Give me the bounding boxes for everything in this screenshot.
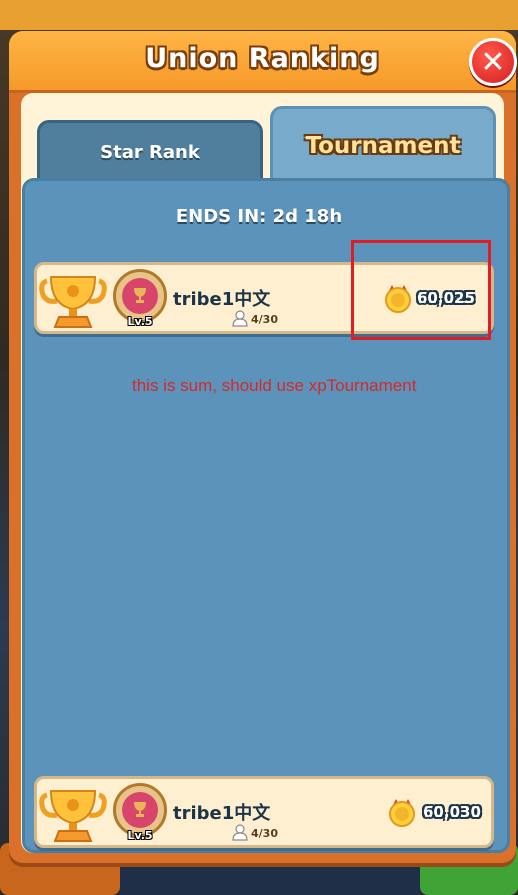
tournament-score: 60,030	[423, 803, 481, 821]
member-icon	[232, 824, 248, 841]
trophy-icon	[39, 276, 107, 328]
member-count: 4/30	[251, 827, 278, 840]
trophy-icon	[39, 790, 107, 842]
union-name: tribe1中文	[173, 289, 271, 310]
tab-star-rank[interactable]: Star Rank	[37, 120, 263, 182]
sun-medal-icon	[389, 799, 415, 827]
background-top-bar	[0, 0, 518, 30]
tab-star-rank-label: Star Rank	[100, 142, 200, 163]
union-level: Lv.5	[127, 829, 153, 842]
tab-tournament-label: Tournament	[305, 132, 461, 159]
member-icon	[232, 310, 248, 327]
union-level: Lv.5	[127, 315, 153, 328]
countdown-label: ENDS IN: 2d 18h	[175, 206, 343, 227]
close-icon: ✕	[480, 44, 506, 80]
modal-title: Union Ranking	[145, 43, 380, 74]
close-button[interactable]: ✕	[469, 38, 517, 86]
member-count: 4/30	[251, 313, 278, 326]
annotation-note: this is sum, should use xpTournament	[132, 376, 417, 395]
modal-header: Union Ranking ✕	[9, 31, 517, 93]
badge-cup-icon	[134, 288, 146, 303]
tab-tournament[interactable]: Tournament	[270, 106, 496, 182]
annotation-highlight-box	[351, 240, 491, 340]
badge-cup-icon	[134, 802, 146, 817]
ranking-row-self[interactable]: Lv.5 tribe1中文 4/30 60,030	[34, 776, 494, 848]
background-bottom-bar	[120, 858, 420, 895]
union-name: tribe1中文	[173, 803, 271, 824]
